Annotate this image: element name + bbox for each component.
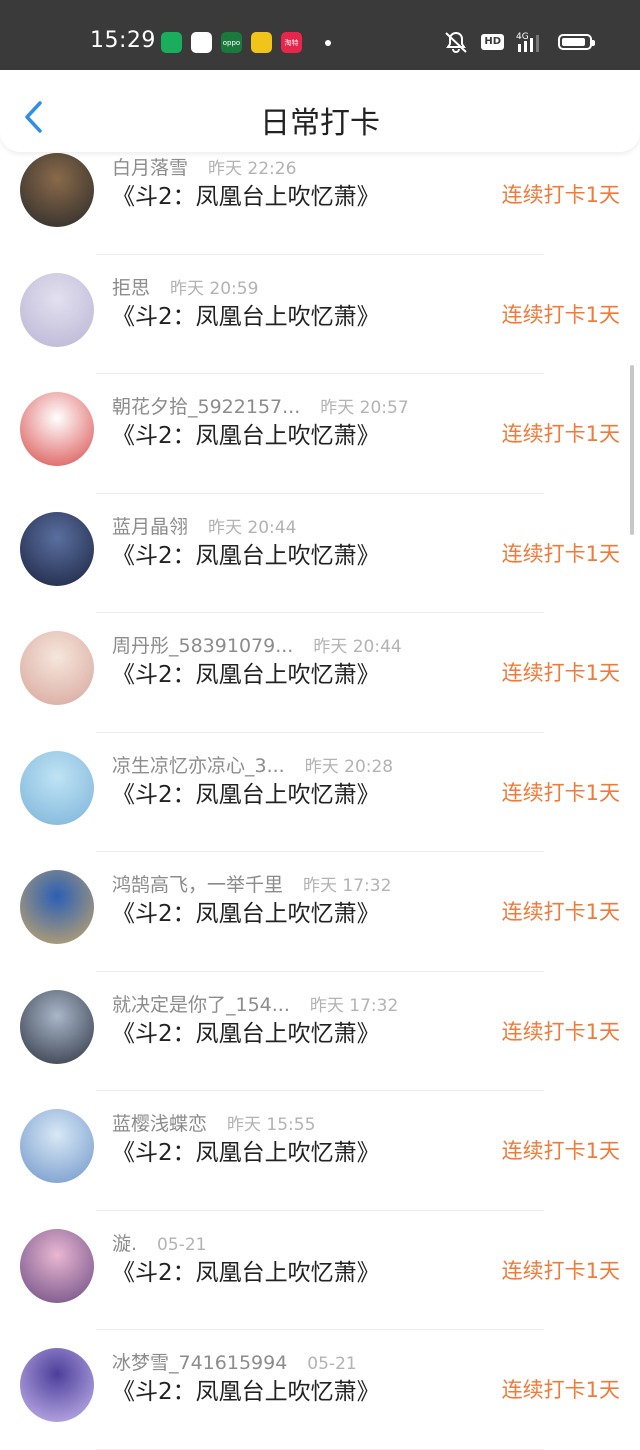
network-type-label: 4G (516, 32, 529, 42)
user-name[interactable]: 冰梦雪_741615994 (112, 1352, 287, 1374)
mute-icon (445, 31, 468, 53)
scrollbar-thumb[interactable] (630, 365, 634, 535)
checkin-time: 昨天 20:59 (170, 278, 259, 299)
row-divider (96, 1448, 544, 1450)
checkin-time: 昨天 20:44 (208, 517, 297, 538)
book-title: 《斗2：凤凰台上吹忆萧》 (112, 662, 380, 688)
user-name[interactable]: 周丹彤_58391079... (112, 635, 293, 657)
streak-label: 连续打卡1天 (501, 302, 620, 327)
user-name-line: 周丹彤_58391079... 昨天 20:44 (112, 631, 402, 658)
streak-label: 连续打卡1天 (501, 900, 620, 924)
avatar[interactable] (20, 1109, 94, 1183)
book-title: 《斗2：凤凰台上吹忆萧》 (112, 781, 380, 808)
page-title: 日常打卡 (260, 106, 380, 141)
checkin-time: 昨天 22:26 (208, 159, 297, 179)
book-title: 《斗2：凤凰台上吹忆萧》 (112, 542, 380, 569)
user-name[interactable]: 鸿鹄高飞，一举千里 (112, 874, 283, 896)
status-time: 15:29 (90, 28, 156, 53)
signal-icon: 4G (516, 32, 539, 52)
user-name-line: 蓝樱浅蝶恋 昨天 15:55 (112, 1109, 315, 1136)
checkin-row[interactable]: 凉生凉忆亦凉心_3... 昨天 20:28 《斗2：凤凰台上吹忆萧》 连续打卡1天 (0, 733, 640, 852)
battery-icon (558, 34, 595, 50)
avatar[interactable] (20, 750, 94, 825)
avatar[interactable] (20, 631, 94, 705)
book-title: 《斗2：凤凰台上吹忆萧》 (112, 423, 380, 449)
user-name[interactable]: 就决定是你了_154... (112, 994, 290, 1016)
checkin-time: 昨天 17:32 (303, 876, 392, 896)
store-app-icon (251, 32, 272, 53)
avatar[interactable] (20, 153, 94, 227)
user-name-line: 漩. 05-21 (112, 1229, 206, 1256)
user-name-line: 冰梦雪_741615994 05-21 (112, 1348, 357, 1375)
user-name[interactable]: 朝花夕拾_5922157... (112, 396, 300, 418)
avatar[interactable] (20, 1348, 94, 1422)
checkin-row[interactable]: 蓝樱浅蝶恋 昨天 15:55 《斗2：凤凰台上吹忆萧》 连续打卡1天 (0, 1091, 640, 1211)
notification-app-icons: oppo 淘特 (161, 32, 331, 53)
user-name-line: 蓝月晶翎 昨天 20:44 (112, 512, 296, 539)
book-title: 《斗2：凤凰台上吹忆萧》 (112, 1379, 380, 1405)
checkin-time: 昨天 20:44 (313, 637, 402, 657)
user-name-line: 凉生凉忆亦凉心_3... 昨天 20:28 (112, 751, 393, 778)
streak-label: 连续打卡1天 (501, 1258, 620, 1283)
checkin-row[interactable]: 拒思 昨天 20:59 《斗2：凤凰台上吹忆萧》 连续打卡1天 (0, 255, 640, 374)
book-title: 《斗2：凤凰台上吹忆萧》 (112, 1020, 380, 1047)
book-title: 《斗2：凤凰台上吹忆萧》 (112, 303, 380, 330)
checkin-row[interactable]: 漩. 05-21 《斗2：凤凰台上吹忆萧》 连续打卡1天 (0, 1211, 640, 1330)
browser-app-icon (191, 32, 212, 53)
checkin-time: 昨天 17:32 (309, 995, 399, 1016)
user-name[interactable]: 凉生凉忆亦凉心_3... (112, 755, 285, 777)
checkin-time: 昨天 20:28 (304, 756, 394, 777)
checkin-row[interactable]: 周丹彤_58391079... 昨天 20:44 《斗2：凤凰台上吹忆萧》 连续打卡1… (0, 613, 640, 733)
streak-label: 连续打卡1天 (501, 1378, 620, 1402)
avatar[interactable] (20, 1228, 94, 1303)
streak-label: 连续打卡1天 (501, 1139, 620, 1163)
streak-label: 连续打卡1天 (501, 541, 620, 566)
status-indicators: HD 4G (443, 30, 595, 54)
avatar[interactable] (20, 272, 94, 347)
user-name[interactable]: 漩. (112, 1233, 137, 1255)
checkin-time: 昨天 20:57 (320, 398, 409, 418)
more-notifications-dot (325, 39, 331, 46)
user-name[interactable]: 拒思 (112, 277, 150, 299)
checkin-row[interactable]: 朝花夕拾_5922157... 昨天 20:57 《斗2：凤凰台上吹忆萧》 连续打卡1… (0, 374, 640, 494)
checkin-time: 05-21 (157, 1234, 207, 1255)
user-name-line: 白月落雪 昨天 22:26 (112, 153, 296, 180)
user-name[interactable]: 蓝樱浅蝶恋 (112, 1113, 207, 1135)
book-title: 《斗2：凤凰台上吹忆萧》 (112, 184, 380, 210)
user-name-line: 拒思 昨天 20:59 (112, 273, 258, 300)
streak-label: 连续打卡1天 (501, 661, 620, 685)
oppo-app-icon: oppo (221, 32, 242, 53)
user-name[interactable]: 白月落雪 (112, 157, 188, 179)
avatar[interactable] (20, 392, 94, 466)
user-name-line: 朝花夕拾_5922157... 昨天 20:57 (112, 392, 409, 419)
streak-label: 连续打卡1天 (501, 183, 620, 207)
hd-badge: HD (481, 34, 504, 50)
streak-label: 连续打卡1天 (501, 1019, 620, 1044)
checkin-time: 05-21 (307, 1354, 357, 1374)
checkin-row[interactable]: 就决定是你了_154... 昨天 17:32 《斗2：凤凰台上吹忆萧》 连续打卡1天 (0, 972, 640, 1091)
taobao-app-icon: 淘特 (281, 32, 302, 53)
user-name-line: 就决定是你了_154... 昨天 17:32 (112, 990, 398, 1017)
top-nav-bar: 日常打卡 (0, 70, 640, 152)
book-title: 《斗2：凤凰台上吹忆萧》 (112, 901, 380, 927)
wechat-app-icon (161, 32, 182, 53)
checkin-row[interactable]: 冰梦雪_741615994 05-21 《斗2：凤凰台上吹忆萧》 连续打卡1天 (0, 1330, 640, 1450)
status-bar: 15:29 oppo 淘特 HD 4G (0, 0, 640, 70)
checkin-row[interactable]: 鸿鹄高飞，一举千里 昨天 17:32 《斗2：凤凰台上吹忆萧》 连续打卡1天 (0, 852, 640, 972)
book-title: 《斗2：凤凰台上吹忆萧》 (112, 1140, 380, 1166)
streak-label: 连续打卡1天 (501, 422, 620, 446)
user-name[interactable]: 蓝月晶翎 (112, 516, 188, 538)
checkin-row[interactable]: 蓝月晶翎 昨天 20:44 《斗2：凤凰台上吹忆萧》 连续打卡1天 (0, 494, 640, 613)
book-title: 《斗2：凤凰台上吹忆萧》 (112, 1259, 380, 1286)
avatar[interactable] (20, 511, 94, 586)
avatar[interactable] (20, 989, 94, 1064)
user-name-line: 鸿鹄高飞，一举千里 昨天 17:32 (112, 870, 391, 897)
avatar[interactable] (20, 870, 94, 944)
streak-label: 连续打卡1天 (501, 780, 620, 805)
checkin-row[interactable]: 白月落雪 昨天 22:26 《斗2：凤凰台上吹忆萧》 连续打卡1天 (0, 135, 640, 255)
checkin-list: 白月落雪 昨天 22:26 《斗2：凤凰台上吹忆萧》 连续打卡1天 拒思 昨天 20:59… (0, 135, 640, 1450)
checkin-time: 昨天 15:55 (227, 1115, 316, 1135)
